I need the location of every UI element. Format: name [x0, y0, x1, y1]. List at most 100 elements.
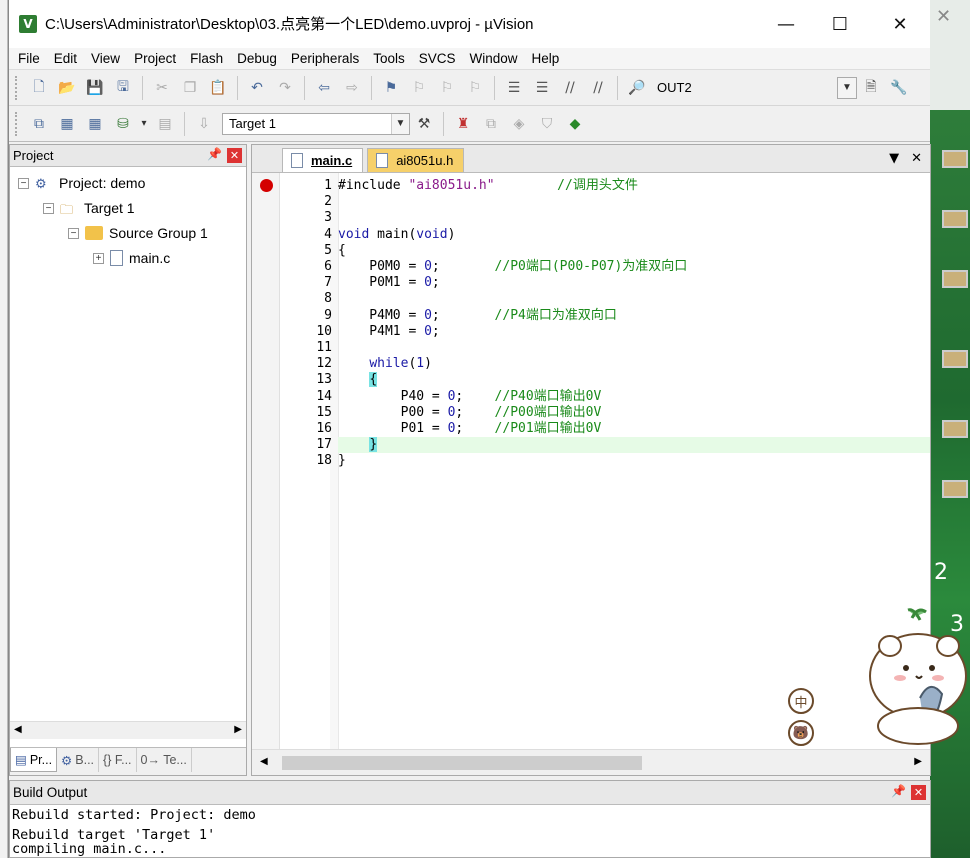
code-line[interactable]: #include "ai8051u.h" //调用头文件: [338, 178, 638, 194]
collapse-icon[interactable]: −: [68, 227, 79, 239]
save-icon[interactable]: 💾: [83, 76, 107, 100]
scroll-left-icon[interactable]: ◀: [260, 756, 268, 767]
code-line[interactable]: {: [338, 372, 378, 388]
code-line[interactable]: P4M0 = 0; //P4端口为准双向口: [338, 308, 617, 324]
code-line[interactable]: {: [338, 243, 346, 259]
pin-icon[interactable]: 📌: [207, 147, 222, 161]
batch-dropdown-icon[interactable]: ▾: [139, 112, 149, 136]
batch-build-icon[interactable]: ⛁: [111, 112, 135, 136]
file-extensions-icon[interactable]: ⧉: [479, 112, 503, 136]
new-file-icon[interactable]: 🗋: [27, 76, 51, 100]
minimize-button[interactable]: —: [763, 10, 809, 38]
code-line[interactable]: P0M0 = 0; //P0端口(P00-P07)为准双向口: [338, 259, 687, 275]
redo-icon[interactable]: ↷: [273, 76, 297, 100]
menu-help[interactable]: Help: [525, 51, 567, 66]
code-line[interactable]: P40 = 0; //P40端口输出0V: [338, 389, 602, 405]
configure-icon[interactable]: 🔧: [887, 76, 911, 100]
target-options-icon[interactable]: ⚒: [412, 112, 436, 136]
code-line[interactable]: while(1): [338, 356, 432, 372]
target-combo[interactable]: Target 1 ▼: [222, 112, 410, 135]
prev-bookmark-icon[interactable]: ⚐: [407, 76, 431, 100]
tree-project[interactable]: − ⚙ Project: demo: [18, 172, 145, 194]
menu-tools[interactable]: Tools: [366, 51, 412, 66]
close-panel-icon[interactable]: ✕: [227, 148, 242, 163]
scroll-right-icon[interactable]: ▶: [234, 724, 242, 735]
scroll-thumb[interactable]: [282, 756, 642, 770]
copy-icon[interactable]: ❐: [178, 76, 202, 100]
cut-icon[interactable]: ✂: [150, 76, 174, 100]
indent-icon[interactable]: ☰: [502, 76, 526, 100]
editor-horizontal-scrollbar[interactable]: ◀ ▶: [252, 749, 930, 775]
menu-svcs[interactable]: SVCS: [412, 51, 463, 66]
menu-file[interactable]: File: [11, 51, 47, 66]
tab-list-icon[interactable]: ▼: [889, 151, 899, 166]
project-icon: ⚙: [35, 176, 47, 191]
chevron-down-icon: ▼: [391, 113, 409, 134]
project-horizontal-scrollbar[interactable]: ◀ ▶: [10, 721, 246, 739]
code-line[interactable]: void main(void): [338, 227, 455, 243]
clear-bookmarks-icon[interactable]: ⚐: [463, 76, 487, 100]
code-line[interactable]: }: [338, 437, 378, 453]
breakpoint-margin[interactable]: [252, 173, 280, 749]
tab-books[interactable]: ⚙ B...: [57, 748, 100, 772]
menu-peripherals[interactable]: Peripherals: [284, 51, 366, 66]
expand-icon[interactable]: +: [93, 252, 104, 264]
tree-target[interactable]: − 🗀 Target 1: [43, 197, 135, 219]
find-combo[interactable]: OUT2: [651, 77, 837, 99]
open-file-icon[interactable]: 📂: [55, 76, 79, 100]
select-packs-icon[interactable]: ◈: [507, 112, 531, 136]
tree-file-main-c[interactable]: + main.c: [93, 247, 170, 269]
sticker-button-zhong[interactable]: 中: [788, 688, 814, 714]
tree-file-label: main.c: [129, 250, 171, 266]
menu-debug[interactable]: Debug: [230, 51, 284, 66]
scroll-right-icon[interactable]: ▶: [914, 756, 922, 767]
code-line[interactable]: P4M1 = 0;: [338, 324, 439, 340]
next-bookmark-icon[interactable]: ⚐: [435, 76, 459, 100]
scroll-left-icon[interactable]: ◀: [14, 724, 22, 735]
undo-icon[interactable]: ↶: [245, 76, 269, 100]
stop-build-icon[interactable]: ▤: [153, 112, 177, 136]
translate-icon[interactable]: ⧉: [27, 112, 51, 136]
close-button[interactable]: ✕: [877, 10, 923, 38]
paste-icon[interactable]: 📋: [206, 76, 230, 100]
tab-templates[interactable]: 0→ Te...: [137, 748, 192, 772]
maximize-button[interactable]: ☐: [817, 10, 863, 38]
breakpoint-icon[interactable]: [260, 179, 273, 192]
uncomment-icon[interactable]: //: [586, 76, 610, 100]
code-line[interactable]: P0M1 = 0;: [338, 275, 439, 291]
tree-source-group[interactable]: − Source Group 1: [68, 222, 208, 244]
menu-project[interactable]: Project: [127, 51, 183, 66]
menu-flash[interactable]: Flash: [183, 51, 230, 66]
code-line[interactable]: }: [338, 453, 346, 469]
save-all-icon[interactable]: 🖫: [111, 76, 135, 100]
download-icon[interactable]: ⇩: [192, 112, 216, 136]
unindent-icon[interactable]: ☰: [530, 76, 554, 100]
menu-edit[interactable]: Edit: [47, 51, 84, 66]
collapse-icon[interactable]: −: [18, 177, 29, 189]
menu-view[interactable]: View: [84, 51, 127, 66]
incremental-find-icon[interactable]: 🗎: [859, 76, 883, 100]
collapse-icon[interactable]: −: [43, 202, 54, 214]
rebuild-icon[interactable]: ▦: [83, 112, 107, 136]
close-panel-icon[interactable]: ✕: [911, 785, 926, 800]
rte-icon[interactable]: ⛉: [535, 112, 559, 136]
close-tab-icon[interactable]: ✕: [911, 151, 922, 166]
navigate-forward-icon[interactable]: ⇨: [340, 76, 364, 100]
comment-icon[interactable]: //: [558, 76, 582, 100]
tab-project[interactable]: ▤ Pr...: [10, 748, 58, 772]
build-icon[interactable]: ▦: [55, 112, 79, 136]
tab-main-c[interactable]: main.c: [282, 148, 364, 172]
find-in-files-icon[interactable]: 🔎: [625, 76, 649, 100]
navigate-back-icon[interactable]: ⇦: [312, 76, 336, 100]
manage-components-icon[interactable]: ♜: [451, 112, 475, 136]
code-line[interactable]: P01 = 0; //P01端口输出0V: [338, 421, 602, 437]
pin-icon[interactable]: 📌: [891, 784, 906, 798]
code-line[interactable]: P00 = 0; //P00端口输出0V: [338, 405, 602, 421]
bookmark-icon[interactable]: ⚑: [379, 76, 403, 100]
tab-ai8051u-h[interactable]: ai8051u.h: [367, 148, 465, 172]
menu-window[interactable]: Window: [462, 51, 524, 66]
pack-installer-icon[interactable]: ◆: [563, 112, 587, 136]
sticker-button-bear[interactable]: 🐻: [788, 720, 814, 746]
find-combo-dropdown[interactable]: ▼: [837, 76, 857, 99]
tab-functions[interactable]: {} F...: [99, 748, 137, 772]
